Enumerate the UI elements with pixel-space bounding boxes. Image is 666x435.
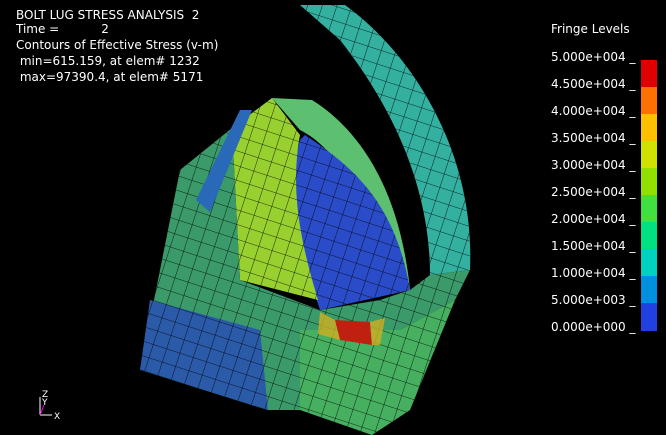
contour-label: Contours of Effective Stress (v-m) [16,38,219,52]
triad-y-label: Y [41,398,48,408]
time-readout: Time = 2 [16,22,109,36]
fringe-level-5: 2.500e+004 [551,185,636,199]
fringe-level-6: 2.000e+004 [551,212,636,226]
time-value: 2 [101,22,109,36]
legend-title: Fringe Levels [551,22,630,36]
analysis-title: BOLT LUG STRESS ANALYSIS 2 [16,8,200,22]
fringe-swatch-3 [641,141,657,169]
min-readout: min=615.159, at elem# 1232 [16,54,200,68]
fringe-swatch-9 [641,303,657,331]
fringe-level-8: 1.000e+004 [551,266,636,280]
fringe-swatch-5 [641,195,657,223]
fringe-swatch-7 [641,249,657,277]
time-label: Time = [16,22,60,36]
fringe-swatch-1 [641,87,657,115]
fringe-swatch-4 [641,168,657,196]
axis-triad: Z Y X [39,390,60,422]
fringe-swatch-8 [641,276,657,304]
fringe-level-10: 0.000e+000 [551,320,636,334]
fringe-swatch-6 [641,222,657,250]
fringe-level-9: 5.000e+003 [551,293,636,307]
fringe-level-2: 4.000e+004 [551,104,636,118]
max-readout: max=97390.4, at elem# 5171 [16,70,204,84]
fringe-level-1: 4.500e+004 [551,77,636,91]
fringe-swatch-0 [641,60,657,88]
fringe-swatch-2 [641,114,657,142]
triad-x-label: X [54,412,60,422]
fringe-level-3: 3.500e+004 [551,131,636,145]
fringe-color-bar [641,60,657,331]
fringe-level-4: 3.000e+004 [551,158,636,172]
fringe-level-0: 5.000e+004 [551,50,636,64]
fringe-level-7: 1.500e+004 [551,239,636,253]
